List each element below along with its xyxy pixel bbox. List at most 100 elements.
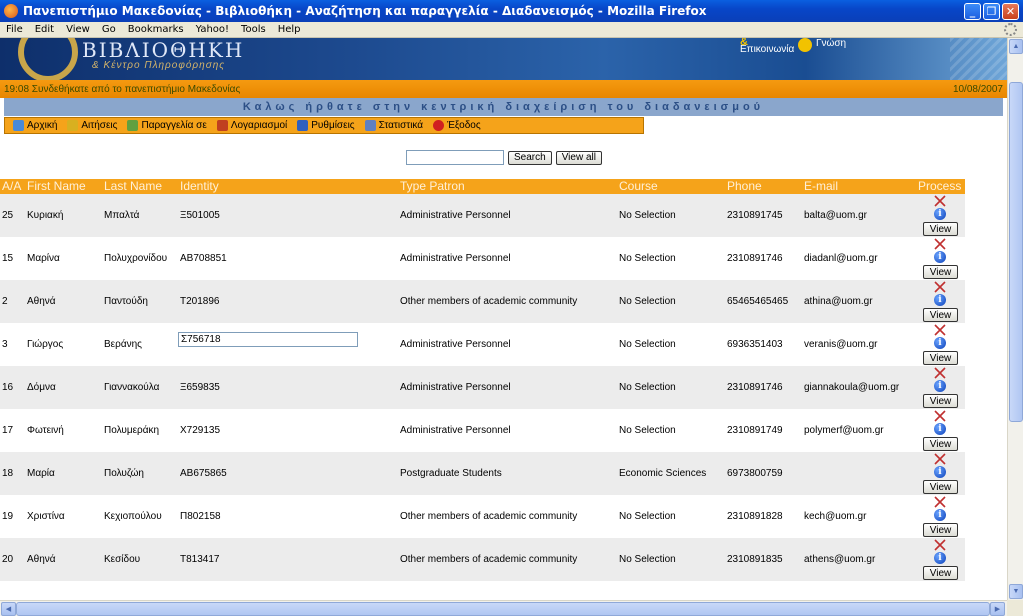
vertical-scroll-thumb[interactable] <box>1009 82 1023 422</box>
cell-first-name: Αθηνά <box>27 296 56 307</box>
col-header-identity: Identity <box>180 179 219 193</box>
view-button[interactable]: View <box>923 265 958 279</box>
minimize-button[interactable]: _ <box>964 2 981 20</box>
menu-help[interactable]: Help <box>272 24 307 35</box>
col-header-first-name: First Name <box>27 179 86 193</box>
info-icon[interactable]: i <box>934 509 946 521</box>
scroll-up-arrow-icon[interactable]: ▲ <box>1009 39 1023 54</box>
home-icon <box>13 120 24 131</box>
delete-icon[interactable] <box>934 367 946 379</box>
horizontal-scrollbar[interactable]: ◀ ▶ <box>0 600 1007 616</box>
cell-course: No Selection <box>619 253 676 264</box>
view-button[interactable]: View <box>923 437 958 451</box>
view-button[interactable]: View <box>923 566 958 580</box>
cell-course: No Selection <box>619 296 676 307</box>
cell-phone: 6973800759 <box>727 468 783 479</box>
cell-last-name: Παντούδη <box>104 296 148 307</box>
menu-yahoo[interactable]: Yahoo! <box>190 24 235 35</box>
cell-first-name: Μαρία <box>27 468 55 479</box>
view-button[interactable]: View <box>923 351 958 365</box>
table-row: 25 Κυριακή Μπαλτά Ξ501005 Administrative Per… <box>0 194 965 237</box>
menu-tools[interactable]: Tools <box>235 24 272 35</box>
nav-label: Ρυθμίσεις <box>311 120 355 131</box>
view-button[interactable]: View <box>923 480 958 494</box>
view-all-button[interactable]: View all <box>555 150 602 165</box>
library-logo-icon <box>18 38 78 80</box>
info-icon[interactable]: i <box>934 294 946 306</box>
view-button[interactable]: View <box>923 308 958 322</box>
statistics-icon <box>364 120 376 131</box>
delete-icon[interactable] <box>934 539 946 551</box>
info-icon[interactable]: i <box>934 552 946 564</box>
nav-item-accounts[interactable]: Λογαριασμοί <box>216 120 288 131</box>
cell-first-name: Χριστίνα <box>27 511 65 522</box>
info-icon[interactable]: i <box>934 466 946 478</box>
table-row: 19 Χριστίνα Κεχιοπούλου Π802158 Other member… <box>0 495 965 538</box>
search-button[interactable]: Search <box>508 150 552 165</box>
nav-item-settings[interactable]: Ρυθμίσεις <box>297 120 355 131</box>
nav-item-statistics[interactable]: Στατιστικά <box>364 120 423 131</box>
search-input[interactable] <box>406 150 504 165</box>
info-icon[interactable]: i <box>934 380 946 392</box>
close-button[interactable]: ✕ <box>1002 2 1019 20</box>
menu-go[interactable]: Go <box>96 24 122 35</box>
identity-edit-field[interactable] <box>178 332 358 347</box>
view-button[interactable]: View <box>923 523 958 537</box>
cell-phone: 2310891746 <box>727 382 783 393</box>
vertical-scrollbar[interactable]: ▲ ▼ <box>1007 38 1023 600</box>
maximize-button[interactable]: ❐ <box>983 2 1000 20</box>
cell-type-patron: Administrative Personnel <box>400 339 511 350</box>
cell-type-patron: Administrative Personnel <box>400 210 511 221</box>
login-status-text: 19:08 Συνδεθήκατε από το πανεπιστήμιο Μα… <box>4 83 241 95</box>
scroll-down-arrow-icon[interactable]: ▼ <box>1009 584 1023 599</box>
info-icon[interactable]: i <box>934 337 946 349</box>
cell-type-patron: Administrative Personnel <box>400 382 511 393</box>
status-line: 19:08 Συνδεθήκατε από το πανεπιστήμιο Μα… <box>0 80 1007 98</box>
cell-phone: 2310891745 <box>727 210 783 221</box>
nav-item-home[interactable]: Αρχική <box>13 120 57 131</box>
menu-bookmarks[interactable]: Bookmarks <box>122 24 190 35</box>
scroll-right-arrow-icon[interactable]: ▶ <box>990 602 1005 616</box>
cell-first-name: Φωτεινή <box>27 425 64 436</box>
menu-view[interactable]: View <box>60 24 96 35</box>
cell-course: No Selection <box>619 511 676 522</box>
col-header-course: Course <box>619 179 658 193</box>
menu-file[interactable]: File <box>0 24 29 35</box>
process-actions: i View <box>923 538 959 581</box>
delete-icon[interactable] <box>934 281 946 293</box>
cell-aa: 2 <box>2 296 8 307</box>
welcome-bar: Καλως ήρθατε στην κεντρική διαχείριση το… <box>4 98 1003 116</box>
menu-edit[interactable]: Edit <box>29 24 60 35</box>
view-button[interactable]: View <box>923 394 958 408</box>
search-row: Search View all <box>406 150 602 165</box>
cell-course: No Selection <box>619 554 676 565</box>
nav-label: Λογαριασμοί <box>230 120 288 131</box>
info-icon[interactable]: i <box>934 423 946 435</box>
delete-icon[interactable] <box>934 238 946 250</box>
cell-email: athina@uom.gr <box>804 296 873 307</box>
cell-email: veranis@uom.gr <box>804 339 878 350</box>
table-row: 20 Αθηνά Κεσίδου Τ813417 Other members of ac… <box>0 538 965 581</box>
scroll-left-arrow-icon[interactable]: ◀ <box>1 602 16 616</box>
delete-icon[interactable] <box>934 410 946 422</box>
table-row: 18 Μαρία Πολυζώη ΑΒ675865 Postgraduate Stude… <box>0 452 965 495</box>
info-icon[interactable]: i <box>934 208 946 220</box>
delete-icon[interactable] <box>934 195 946 207</box>
cell-last-name: Βεράνης <box>104 339 142 350</box>
nav-item-logout[interactable]: Έξοδος <box>433 120 481 131</box>
nav-item-requests[interactable]: Αιτήσεις <box>67 120 117 131</box>
main-nav: Αρχική Αιτήσεις Παραγγελία σε Λογαριασμο… <box>4 117 644 134</box>
col-header-phone: Phone <box>727 179 762 193</box>
cell-type-patron: Other members of academic community <box>400 554 578 565</box>
nav-item-order[interactable]: Παραγγελία σε <box>127 120 207 131</box>
cell-phone: 2310891746 <box>727 253 783 264</box>
cell-first-name: Δόμνα <box>27 382 56 393</box>
cell-aa: 18 <box>2 468 14 479</box>
delete-icon[interactable] <box>934 324 946 336</box>
delete-icon[interactable] <box>934 496 946 508</box>
view-button[interactable]: View <box>923 222 958 236</box>
horizontal-scroll-thumb[interactable] <box>16 602 990 616</box>
cell-last-name: Πολυμεράκη <box>104 425 160 436</box>
delete-icon[interactable] <box>934 453 946 465</box>
info-icon[interactable]: i <box>934 251 946 263</box>
